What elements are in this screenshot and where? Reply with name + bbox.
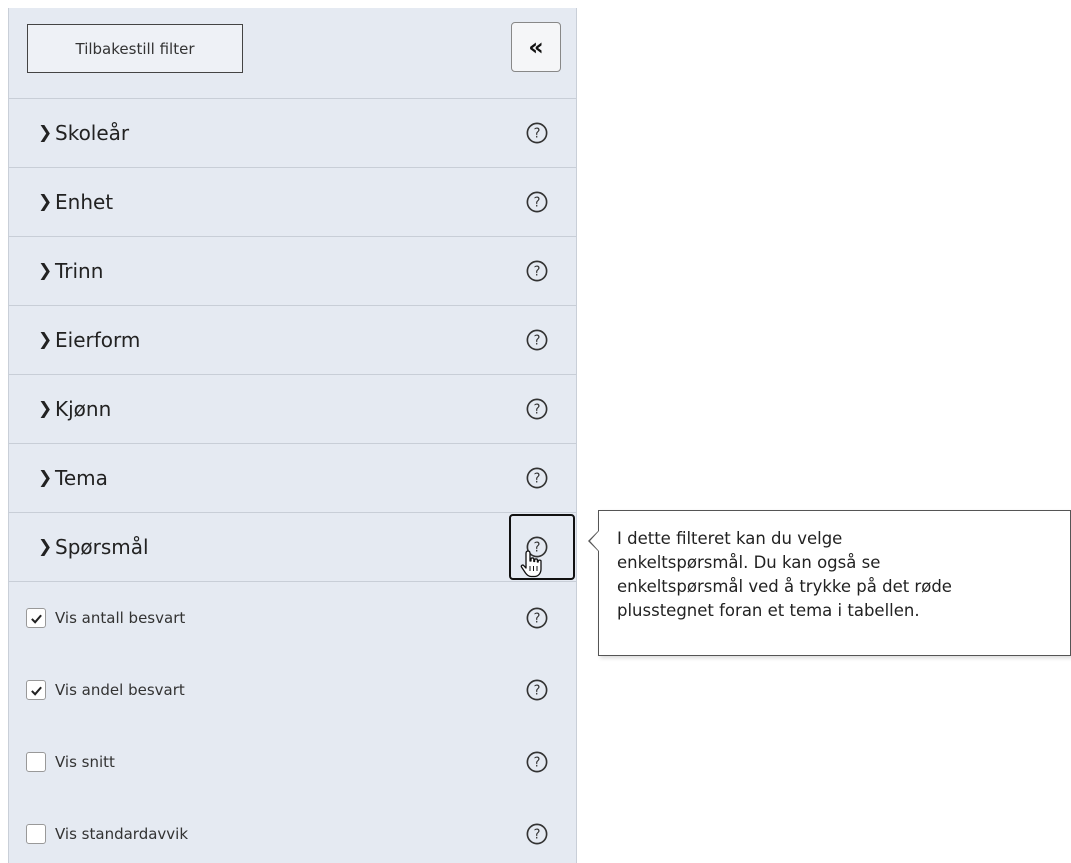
svg-text:?: ? bbox=[534, 612, 541, 627]
svg-text:?: ? bbox=[534, 756, 541, 771]
checkbox-vis-snitt[interactable] bbox=[26, 752, 46, 772]
filter-enhet[interactable]: ❯ Enhet ? bbox=[9, 168, 576, 237]
help-tooltip: I dette filteret kan du velge enkeltspør… bbox=[598, 510, 1071, 656]
chevron-right-icon: ❯ bbox=[38, 468, 53, 488]
filter-label: Tema bbox=[55, 466, 108, 490]
tooltip-line: I dette filteret kan du velge bbox=[617, 529, 843, 548]
help-icon[interactable]: ? bbox=[526, 679, 548, 701]
help-icon[interactable]: ? bbox=[526, 823, 548, 845]
checkbox-vis-antall-besvart[interactable] bbox=[26, 608, 46, 628]
svg-text:?: ? bbox=[534, 127, 541, 142]
svg-text:?: ? bbox=[534, 196, 541, 211]
svg-text:?: ? bbox=[534, 472, 541, 487]
tooltip-arrow-fill bbox=[590, 531, 599, 551]
filter-panel: Tilbakestill filter « ❯ Skoleår ? ❯ Enhe… bbox=[8, 8, 577, 863]
checkbox-label[interactable]: Vis standardavvik bbox=[55, 825, 188, 843]
option-vis-standardavvik: Vis standardavvik ? bbox=[9, 798, 576, 863]
svg-text:?: ? bbox=[534, 265, 541, 280]
filter-label: Spørsmål bbox=[55, 535, 149, 559]
filter-kjonn[interactable]: ❯ Kjønn ? bbox=[9, 375, 576, 444]
filter-eierform[interactable]: ❯ Eierform ? bbox=[9, 306, 576, 375]
svg-text:?: ? bbox=[534, 684, 541, 699]
chevron-right-icon: ❯ bbox=[38, 330, 53, 350]
collapse-panel-button[interactable]: « bbox=[511, 22, 561, 72]
checkbox-label[interactable]: Vis antall besvart bbox=[55, 609, 185, 627]
tooltip-line: plusstegnet foran et tema i tabellen. bbox=[617, 601, 920, 620]
help-icon[interactable]: ? bbox=[526, 191, 548, 213]
checkbox-label[interactable]: Vis snitt bbox=[55, 753, 115, 771]
help-icon[interactable]: ? bbox=[526, 122, 548, 144]
tooltip-line: enkeltspørsmål. Du kan også se bbox=[617, 553, 881, 572]
chevron-right-icon: ❯ bbox=[38, 537, 53, 557]
hand-pointer-cursor-icon bbox=[520, 550, 542, 578]
chevron-right-icon: ❯ bbox=[38, 123, 53, 143]
checkmark-icon bbox=[30, 614, 42, 624]
option-vis-andel-besvart: Vis andel besvart ? bbox=[9, 654, 576, 726]
reset-filter-button[interactable]: Tilbakestill filter bbox=[27, 24, 243, 73]
filter-label: Enhet bbox=[55, 190, 114, 214]
filter-sporsmal[interactable]: ❯ Spørsmål ? bbox=[9, 513, 576, 582]
svg-text:?: ? bbox=[534, 403, 541, 418]
help-icon[interactable]: ? bbox=[526, 398, 548, 420]
filter-label: Trinn bbox=[55, 259, 104, 283]
help-icon[interactable]: ? bbox=[526, 260, 548, 282]
filter-tema[interactable]: ❯ Tema ? bbox=[9, 444, 576, 513]
option-vis-antall-besvart: Vis antall besvart ? bbox=[9, 582, 576, 654]
help-icon[interactable]: ? bbox=[526, 329, 548, 351]
option-vis-snitt: Vis snitt ? bbox=[9, 726, 576, 798]
help-icon[interactable]: ? bbox=[526, 751, 548, 773]
filter-label: Eierform bbox=[55, 328, 141, 352]
checkbox-label[interactable]: Vis andel besvart bbox=[55, 681, 185, 699]
checkbox-vis-standardavvik[interactable] bbox=[26, 824, 46, 844]
svg-text:?: ? bbox=[534, 334, 541, 349]
checkmark-icon bbox=[30, 686, 42, 696]
filter-panel-header: Tilbakestill filter « bbox=[9, 8, 576, 99]
checkbox-vis-andel-besvart[interactable] bbox=[26, 680, 46, 700]
chevron-right-icon: ❯ bbox=[38, 261, 53, 281]
help-icon[interactable]: ? bbox=[526, 467, 548, 489]
chevron-right-icon: ❯ bbox=[38, 399, 53, 419]
filter-trinn[interactable]: ❯ Trinn ? bbox=[9, 237, 576, 306]
filter-label: Skoleår bbox=[55, 121, 130, 145]
tooltip-line: enkeltspørsmål ved å trykke på det røde bbox=[617, 577, 952, 596]
chevron-right-icon: ❯ bbox=[38, 192, 53, 212]
filter-label: Kjønn bbox=[55, 397, 112, 421]
svg-text:?: ? bbox=[534, 828, 541, 843]
help-icon[interactable]: ? bbox=[526, 607, 548, 629]
filter-skolear[interactable]: ❯ Skoleår ? bbox=[9, 99, 576, 168]
